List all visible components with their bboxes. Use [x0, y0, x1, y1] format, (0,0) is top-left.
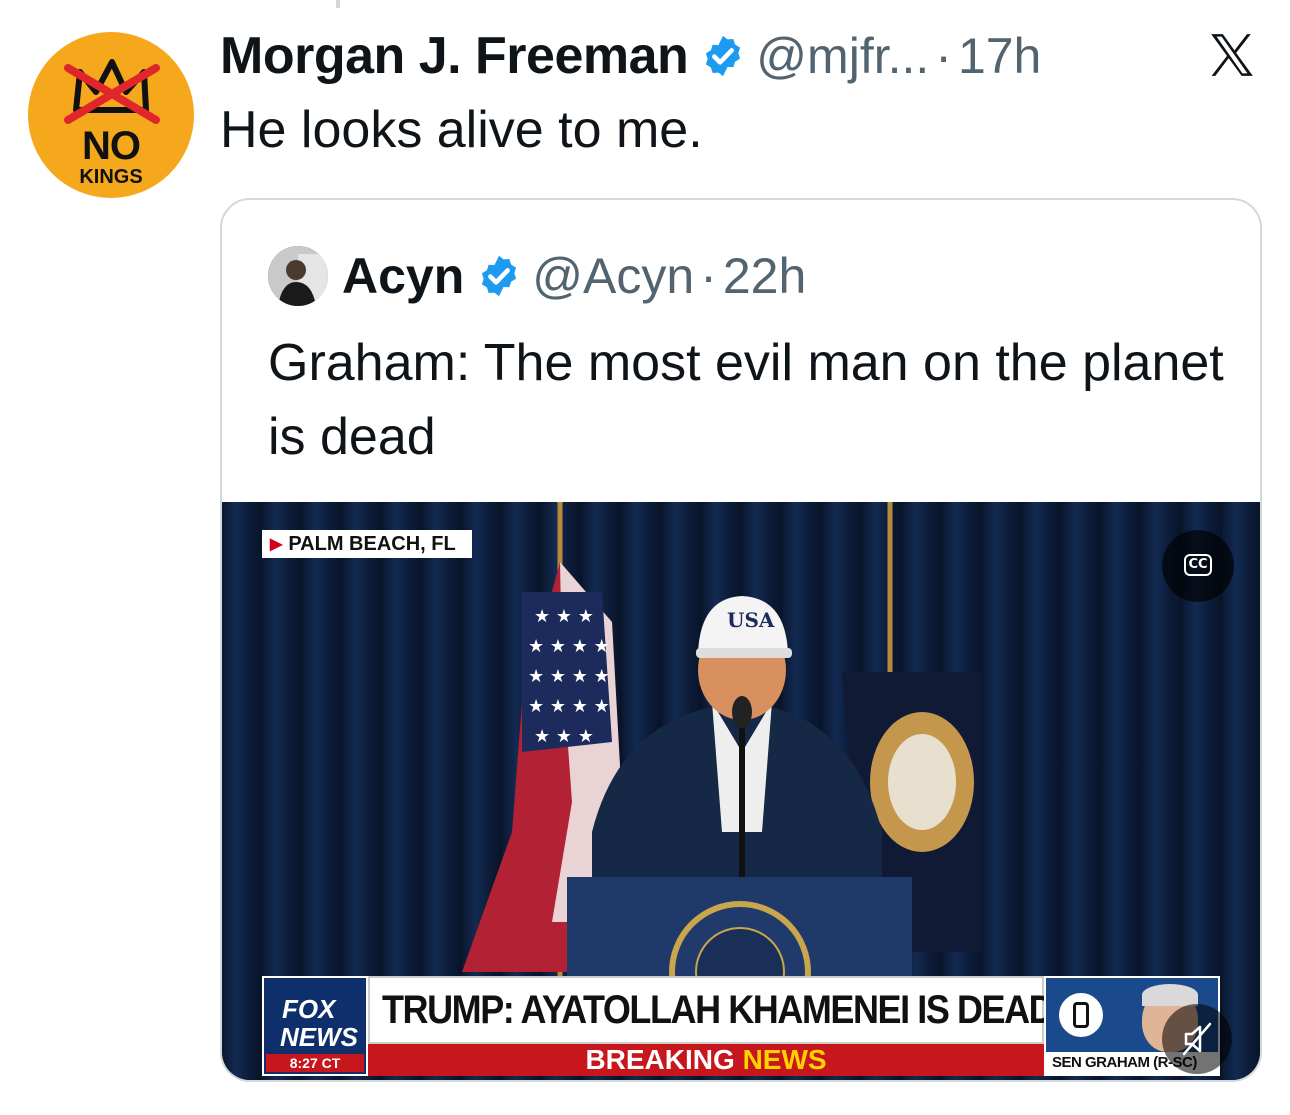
breaking-news-bar: BREAKING NEWS — [368, 1044, 1044, 1076]
separator-dot: · — [935, 28, 952, 84]
quoted-author-name[interactable]: Acyn — [342, 247, 464, 305]
network-line2: NEWS — [280, 1022, 358, 1052]
breaking-text: BREAKING — [585, 1044, 735, 1075]
verified-badge-icon — [706, 35, 741, 77]
author-handle[interactable]: @mjfr... — [756, 27, 929, 85]
svg-text:★ ★ ★ ★: ★ ★ ★ ★ — [528, 636, 610, 657]
avatar-text-kings: KINGS — [79, 166, 143, 188]
network-line1: FOX — [282, 994, 336, 1024]
quoted-tweet-header: Acyn @Acyn · 22h — [342, 244, 806, 308]
location-text: PALM BEACH, FL — [288, 532, 456, 555]
phone-icon — [1056, 990, 1106, 1040]
quoted-tweet-timestamp[interactable]: 22h — [723, 247, 806, 305]
network-logo: FOX NEWS 8:27 CT — [262, 976, 368, 1076]
tweet-text: He looks alive to me. — [220, 101, 703, 159]
play-triangle-icon: ▶ — [270, 536, 283, 553]
svg-text:★ ★ ★: ★ ★ ★ — [534, 606, 594, 627]
thread-connector-line — [336, 0, 340, 8]
news-text: NEWS — [742, 1044, 827, 1075]
svg-text:★ ★ ★ ★: ★ ★ ★ ★ — [528, 696, 610, 717]
captions-button[interactable]: CC — [1162, 530, 1234, 602]
separator-dot: · — [700, 248, 717, 304]
quoted-author-avatar[interactable] — [268, 246, 328, 306]
news-lower-third: FOX NEWS 8:27 CT TRUMP: AYATOLLAH KHAMEN… — [262, 976, 1220, 1076]
mute-icon — [1182, 1022, 1212, 1056]
tweet-header: Morgan J. Freeman @mjfr... · 17h — [220, 26, 1041, 86]
video-player[interactable]: ★ ★ ★ ★ ★ ★ ★ ★ ★ ★ ★ ★ ★ ★ ★ ★ ★ ★ USA — [222, 502, 1260, 1080]
tweet-timestamp[interactable]: 17h — [958, 27, 1041, 85]
verified-badge-icon — [482, 255, 517, 297]
broadcast-clock: 8:27 CT — [266, 1054, 364, 1072]
headline-bar: TRUMP: AYATOLLAH KHAMENEI IS DEAD — [368, 976, 1055, 1044]
quoted-tweet-card[interactable]: Acyn @Acyn · 22h Graham: The most evil m… — [220, 198, 1262, 1082]
x-logo-icon — [1211, 34, 1253, 76]
mute-button[interactable] — [1162, 1004, 1232, 1074]
guest-hair — [1142, 984, 1198, 1006]
cc-icon: CC — [1184, 554, 1212, 576]
avatar-text-no: NO — [82, 124, 141, 168]
quoted-author-handle[interactable]: @Acyn — [532, 247, 694, 305]
cap-text: USA — [727, 608, 775, 632]
person-avatar-icon — [268, 246, 328, 306]
headline-text: TRUMP: AYATOLLAH KHAMENEI IS DEAD — [382, 987, 1055, 1032]
author-avatar[interactable]: NO KINGS — [28, 32, 194, 198]
svg-text:★ ★ ★ ★: ★ ★ ★ ★ — [528, 666, 610, 687]
quoted-tweet-text: Graham: The most evil man on the planet … — [268, 334, 1224, 466]
location-tag: ▶ PALM BEACH, FL — [262, 530, 472, 558]
author-name[interactable]: Morgan J. Freeman — [220, 26, 689, 86]
svg-text:★ ★ ★: ★ ★ ★ — [534, 726, 594, 747]
